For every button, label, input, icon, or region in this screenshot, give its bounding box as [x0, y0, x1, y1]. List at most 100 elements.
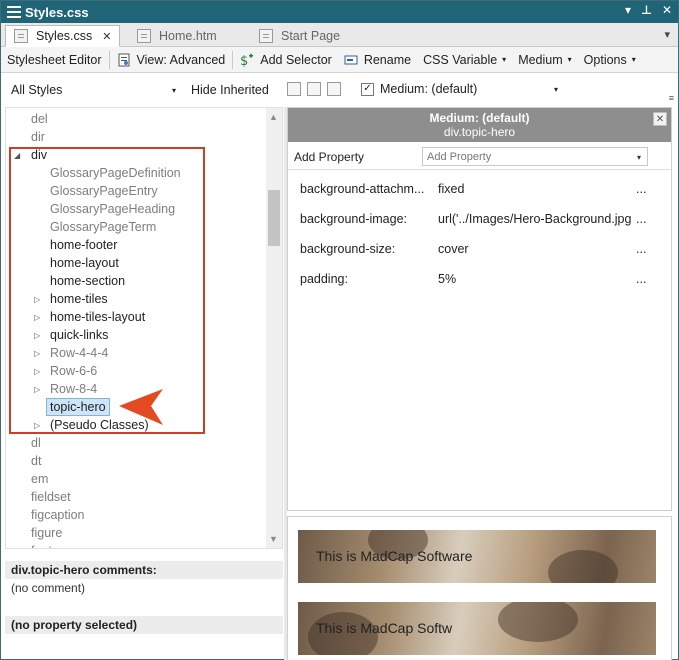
menu-grip-icon[interactable] [7, 6, 21, 18]
chevron-down-icon[interactable]: ▾ [554, 85, 558, 94]
property-row[interactable]: padding: 5% ... [300, 272, 660, 290]
tree-item-topic-hero[interactable]: topic-hero [46, 398, 110, 416]
tree-item-label: GlossaryPageDefinition [50, 166, 181, 180]
close-window-icon[interactable]: ✕ [662, 3, 672, 17]
property-value[interactable]: 5% [438, 272, 456, 286]
tab-label: Start Page [281, 29, 341, 43]
tree-item-home-section[interactable]: home-section [50, 272, 125, 290]
tree-item-glossary-page-term[interactable]: GlossaryPageTerm [50, 218, 156, 236]
tree-item-label: figure [31, 526, 63, 540]
tree-item-glossary-page-entry[interactable]: GlossaryPageEntry [50, 182, 158, 200]
view-advanced-button[interactable]: View: Advanced [111, 49, 232, 71]
tree-item-row-8-4[interactable]: ▷ Row-8-4 [34, 380, 97, 398]
collapse-triangle-icon[interactable]: ◢ [14, 151, 24, 160]
expand-triangle-icon[interactable]: ▷ [34, 349, 44, 358]
property-value[interactable]: fixed [438, 182, 464, 196]
tree-item-label: home-tiles-layout [50, 310, 146, 324]
property-more-button[interactable]: ... [636, 212, 646, 226]
expand-triangle-icon[interactable]: ▷ [34, 367, 44, 376]
stylesheet-editor-label: Stylesheet Editor [7, 52, 102, 67]
toolbar-overflow-icon[interactable]: ≡ [669, 93, 674, 103]
view-mode-buttons [287, 82, 341, 96]
window-titlebar[interactable]: Styles.css ▾ ⊥ ✕ [1, 1, 678, 23]
expand-triangle-icon[interactable]: ▷ [34, 295, 44, 304]
add-copy-icon[interactable] [327, 82, 341, 96]
expand-triangle-icon[interactable]: ▷ [34, 421, 44, 430]
tree-item-row-6-6[interactable]: ▷ Row-6-6 [34, 362, 97, 380]
rename-button[interactable]: Rename [338, 49, 417, 71]
expand-triangle-icon[interactable]: ▷ [34, 385, 44, 394]
scroll-up-icon[interactable]: ▲ [269, 112, 278, 122]
hero-preview-text: This is MadCap Softw [316, 620, 453, 636]
tree-item-quick-links[interactable]: ▷ quick-links [34, 326, 108, 344]
expand-triangle-icon[interactable]: ▷ [34, 331, 44, 340]
properties-medium-title: Medium: (default) [429, 111, 530, 125]
property-row[interactable]: background-size: cover ... [300, 242, 660, 260]
tab-styles-css[interactable]: Styles.css ✕ [5, 25, 121, 47]
close-tab-icon[interactable]: ✕ [102, 30, 111, 43]
window-dropdown-icon[interactable]: ▾ [625, 3, 631, 17]
medium-checkbox[interactable]: ✓ [361, 82, 374, 96]
medium-filter-value[interactable]: Medium: (default) [380, 82, 477, 96]
tree-item-fieldset[interactable]: fieldset [31, 488, 71, 506]
all-styles-dropdown[interactable]: All Styles ▾ [5, 80, 180, 100]
add-property-row: Add Property Add Property ▾ [288, 142, 671, 170]
chevron-down-icon: ▾ [636, 153, 641, 162]
toolbar-divider [108, 50, 110, 69]
tree-item-home-footer[interactable]: home-footer [50, 236, 117, 254]
close-properties-icon[interactable]: ✕ [653, 112, 667, 126]
tab-home-htm[interactable]: Home.htm [129, 25, 225, 47]
add-property-dropdown[interactable]: Add Property ▾ [422, 147, 648, 166]
copy-icon[interactable] [307, 82, 321, 96]
grid-view-icon[interactable] [287, 82, 301, 96]
property-more-button[interactable]: ... [636, 272, 646, 286]
property-name: background-attachm... [300, 182, 425, 196]
tree-item-figure[interactable]: figure [31, 524, 62, 542]
tree-item-glossary-page-heading[interactable]: GlossaryPageHeading [50, 200, 175, 218]
tree-item-del[interactable]: del [31, 110, 48, 128]
pin-icon[interactable]: ⊥ [641, 3, 652, 17]
tree-item-glossary-page-definition[interactable]: GlossaryPageDefinition [50, 164, 181, 182]
tree-item-em[interactable]: em [31, 470, 48, 488]
tree-item-row-4-4-4[interactable]: ▷ Row-4-4-4 [34, 344, 108, 362]
property-more-button[interactable]: ... [636, 182, 646, 196]
property-value[interactable]: cover [438, 242, 469, 256]
comments-text[interactable]: (no comment) [11, 581, 85, 595]
property-row[interactable]: background-attachm... fixed ... [300, 182, 660, 200]
tree-item-dl[interactable]: dl [31, 434, 41, 452]
tree-item-label: footer [31, 544, 63, 548]
tree-item-pseudo-classes[interactable]: ▷ (Pseudo Classes) [34, 416, 149, 434]
css-variable-menu[interactable]: CSS Variable ▾ [417, 49, 512, 71]
property-value[interactable]: url('../Images/Hero-Background.jpg [438, 212, 631, 226]
scrollbar-thumb[interactable] [268, 190, 280, 246]
tree-item-home-layout[interactable]: home-layout [50, 254, 119, 272]
hero-preview-text: This is MadCap Software [316, 548, 473, 564]
stylesheet-editor-button[interactable]: Stylesheet Editor [1, 49, 108, 71]
scroll-down-icon[interactable]: ▼ [269, 534, 278, 544]
tree-item-label: dt [31, 454, 42, 468]
tree-item-dt[interactable]: dt [31, 452, 41, 470]
expand-triangle-icon[interactable]: ▷ [34, 313, 44, 322]
tree-item-label: del [31, 112, 48, 126]
tree-item-home-tiles-layout[interactable]: ▷ home-tiles-layout [34, 308, 145, 326]
tree-item-label: fieldset [31, 490, 71, 504]
property-row[interactable]: background-image: url('../Images/Hero-Ba… [300, 212, 660, 230]
add-selector-button[interactable]: $ Add Selector [234, 49, 338, 71]
hide-inherited-button[interactable]: Hide Inherited [191, 83, 269, 97]
tab-start-page[interactable]: Start Page [251, 25, 348, 47]
property-more-button[interactable]: ... [636, 242, 646, 256]
stylesheet-editor-window: Styles.css ▾ ⊥ ✕ Styles.css ✕ Home.htm S… [0, 0, 679, 660]
properties-header: Medium: (default) div.topic-hero ✕ [288, 108, 671, 142]
tree-item-figcaption[interactable]: figcaption [31, 506, 85, 524]
tree-scrollbar[interactable]: ▲ ▼ [266, 108, 282, 548]
tab-list-chevron-icon[interactable]: ▾ [664, 28, 670, 41]
tree-item-label: em [31, 472, 49, 486]
tree-item-label: Row-8-4 [50, 382, 98, 396]
tree-item-label: home-section [50, 274, 126, 288]
options-menu[interactable]: Options ▾ [578, 49, 642, 71]
tree-item-div[interactable]: ◢ div [14, 146, 47, 164]
medium-menu[interactable]: Medium ▾ [512, 49, 577, 71]
tree-item-footer[interactable]: footer [31, 542, 63, 548]
tree-item-dir[interactable]: dir [31, 128, 45, 146]
tree-item-home-tiles[interactable]: ▷ home-tiles [34, 290, 108, 308]
